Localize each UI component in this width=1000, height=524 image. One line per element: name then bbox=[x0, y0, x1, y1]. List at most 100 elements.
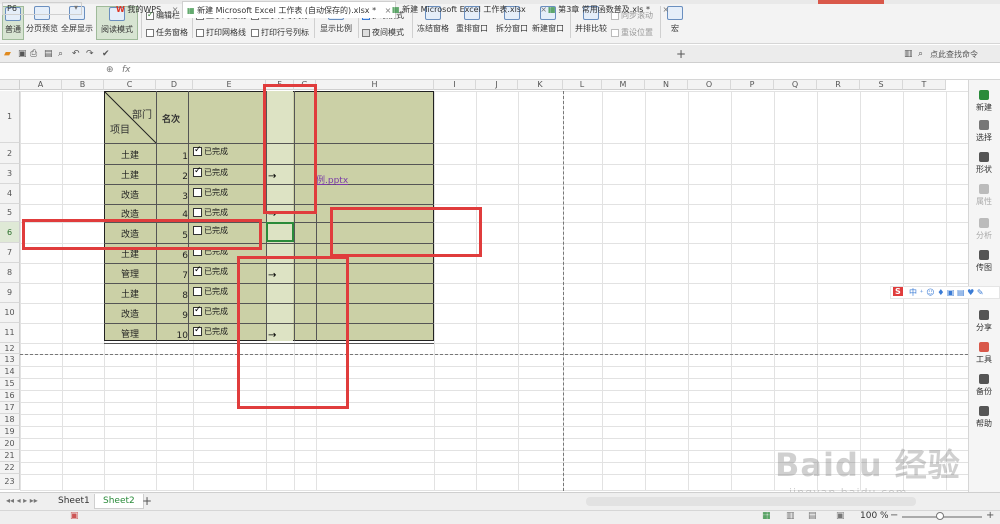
row-header-15[interactable]: 15 bbox=[0, 378, 20, 390]
open-folder-icon[interactable]: ▰ bbox=[4, 49, 11, 59]
sheet-tab-2[interactable]: Sheet2 bbox=[94, 494, 144, 509]
row-header-8[interactable]: 8 bbox=[0, 263, 20, 283]
hyperlink[interactable]: 例.pptx bbox=[316, 173, 348, 186]
row-header-16[interactable]: 16 bbox=[0, 390, 20, 402]
side-panel-0[interactable]: 新建 bbox=[968, 90, 1000, 113]
column-header-s[interactable]: S bbox=[860, 80, 903, 90]
row-header-7[interactable]: 7 bbox=[0, 243, 20, 263]
rank-cell[interactable]: 1 bbox=[156, 152, 188, 162]
side-panel-2[interactable]: 形状 bbox=[968, 152, 1000, 175]
column-header-q[interactable]: Q bbox=[774, 80, 817, 90]
status-checkbox[interactable]: 已完成 bbox=[193, 265, 228, 277]
zoom-icon[interactable]: ⊕ bbox=[106, 65, 114, 75]
row-header-19[interactable]: 19 bbox=[0, 426, 20, 438]
print-preview-icon[interactable]: ⌕ bbox=[58, 49, 63, 59]
column-header-i[interactable]: I bbox=[434, 80, 476, 90]
close-icon[interactable]: × bbox=[663, 5, 670, 14]
project-cell[interactable]: 土建 bbox=[104, 168, 156, 181]
rank-cell[interactable]: 6 bbox=[156, 251, 188, 261]
status-checkbox[interactable]: 已完成 bbox=[193, 305, 228, 317]
page-break-view-icon[interactable]: ▤ bbox=[808, 511, 817, 521]
tab-list-icon[interactable]: ▥ bbox=[904, 49, 913, 59]
side-panel-9[interactable]: 帮助 bbox=[968, 406, 1000, 429]
rank-cell[interactable]: 7 bbox=[156, 271, 188, 281]
column-header-j[interactable]: J bbox=[476, 80, 518, 90]
status-checkbox[interactable]: 已完成 bbox=[193, 286, 228, 297]
zoom-slider-handle[interactable] bbox=[936, 512, 944, 520]
row-header-20[interactable]: 20 bbox=[0, 438, 20, 450]
status-checkbox[interactable]: 已完成 bbox=[193, 207, 228, 218]
side-panel-1[interactable]: 选择 bbox=[968, 120, 1000, 143]
zoom-out-icon[interactable]: − bbox=[890, 510, 898, 521]
tab-my-wps[interactable]: W 我的WPS × bbox=[112, 1, 182, 18]
row-header-5[interactable]: 5 bbox=[0, 204, 20, 222]
checkmark-icon[interactable]: ✔ bbox=[102, 49, 110, 59]
row-header-14[interactable]: 14 bbox=[0, 366, 20, 378]
row-header-13[interactable]: 13 bbox=[0, 354, 20, 366]
tab-document-1[interactable]: ▦ 新建 Microsoft Excel 工作表 (自动保存的).xlsx * … bbox=[182, 1, 397, 18]
column-header-h[interactable]: H bbox=[316, 80, 434, 90]
row-header-17[interactable]: 17 bbox=[0, 402, 20, 414]
row-header-4[interactable]: 4 bbox=[0, 184, 20, 204]
rank-cell[interactable]: 8 bbox=[156, 291, 188, 301]
rank-cell[interactable]: 2 bbox=[156, 172, 188, 182]
fx-icon[interactable]: fx bbox=[122, 65, 131, 75]
column-header-k[interactable]: K bbox=[518, 80, 563, 90]
fullscreen-view-icon[interactable]: ▣ bbox=[836, 511, 845, 521]
name-box[interactable]: P6 ▾ bbox=[2, 2, 82, 15]
row-header-11[interactable]: 11 bbox=[0, 323, 20, 343]
add-tab-icon[interactable]: + bbox=[676, 47, 686, 61]
side-panel-5[interactable]: 传图 bbox=[968, 250, 1000, 273]
row-header-3[interactable]: 3 bbox=[0, 164, 20, 184]
input-method-toolbar[interactable]: S 中 ⁺ ☺ ♦ ▣ ▤ ♥ ✎ bbox=[890, 286, 1000, 299]
print-icon[interactable]: ⎙ bbox=[30, 49, 37, 59]
rank-cell[interactable]: 3 bbox=[156, 192, 188, 202]
column-header-a[interactable]: A bbox=[20, 80, 62, 90]
undo-icon[interactable]: ↶ bbox=[72, 49, 80, 59]
column-header-c[interactable]: C bbox=[104, 80, 156, 90]
project-cell[interactable]: 管理 bbox=[104, 327, 156, 340]
side-panel-3[interactable]: 属性 bbox=[968, 184, 1000, 207]
page-layout-icon[interactable]: ▥ bbox=[786, 511, 795, 521]
side-panel-8[interactable]: 备份 bbox=[968, 374, 1000, 397]
status-checkbox[interactable]: 已完成 bbox=[193, 187, 228, 198]
status-checkbox[interactable]: 已完成 bbox=[193, 166, 228, 178]
row-header-22[interactable]: 22 bbox=[0, 462, 20, 474]
tab-document-2[interactable]: ▦ 新建 Microsoft Excel 工作表.xlsx × bbox=[388, 1, 551, 18]
save-icon[interactable]: ▣ bbox=[18, 49, 27, 59]
row-header-10[interactable]: 10 bbox=[0, 303, 20, 323]
redo-icon[interactable]: ↷ bbox=[86, 49, 94, 59]
row-header-23[interactable]: 23 bbox=[0, 474, 20, 490]
print-headers-checkbox[interactable]: 打印行号列标 bbox=[251, 27, 309, 38]
row-header-12[interactable]: 12 bbox=[0, 343, 20, 354]
column-header-d[interactable]: D bbox=[156, 80, 193, 90]
horizontal-scrollbar[interactable] bbox=[586, 497, 916, 506]
side-panel-6[interactable]: 分享 bbox=[968, 310, 1000, 333]
task-pane-checkbox[interactable]: 任务窗格 bbox=[146, 27, 188, 38]
column-header-e[interactable]: E bbox=[193, 80, 266, 90]
close-icon[interactable]: × bbox=[172, 5, 179, 14]
column-header-r[interactable]: R bbox=[817, 80, 860, 90]
column-header-n[interactable]: N bbox=[645, 80, 688, 90]
normal-view-icon[interactable]: ▦ bbox=[762, 511, 771, 521]
search-icon[interactable]: ⌕ bbox=[918, 49, 923, 59]
column-header-t[interactable]: T bbox=[903, 80, 946, 90]
column-header-o[interactable]: O bbox=[688, 80, 731, 90]
row-header-2[interactable]: 2 bbox=[0, 143, 20, 164]
reset-position-button[interactable]: 重设位置 bbox=[611, 27, 653, 38]
row-header-6[interactable]: 6 bbox=[0, 222, 20, 243]
select-all-corner[interactable] bbox=[0, 80, 20, 90]
row-header-1[interactable]: 1 bbox=[0, 91, 20, 143]
rank-cell[interactable]: 9 bbox=[156, 311, 188, 321]
column-header-l[interactable]: L bbox=[563, 80, 602, 90]
status-checkbox[interactable]: 已完成 bbox=[193, 325, 228, 337]
selected-cell[interactable] bbox=[266, 222, 294, 242]
project-cell[interactable]: 改造 bbox=[104, 307, 156, 320]
column-header-b[interactable]: B bbox=[62, 80, 104, 90]
project-cell[interactable]: 改造 bbox=[104, 188, 156, 201]
column-header-m[interactable]: M bbox=[602, 80, 645, 90]
zoom-in-icon[interactable]: + bbox=[986, 510, 994, 521]
row-header-18[interactable]: 18 bbox=[0, 414, 20, 426]
side-panel-4[interactable]: 分析 bbox=[968, 218, 1000, 241]
night-mode-toggle[interactable]: 夜间模式 bbox=[362, 27, 404, 38]
